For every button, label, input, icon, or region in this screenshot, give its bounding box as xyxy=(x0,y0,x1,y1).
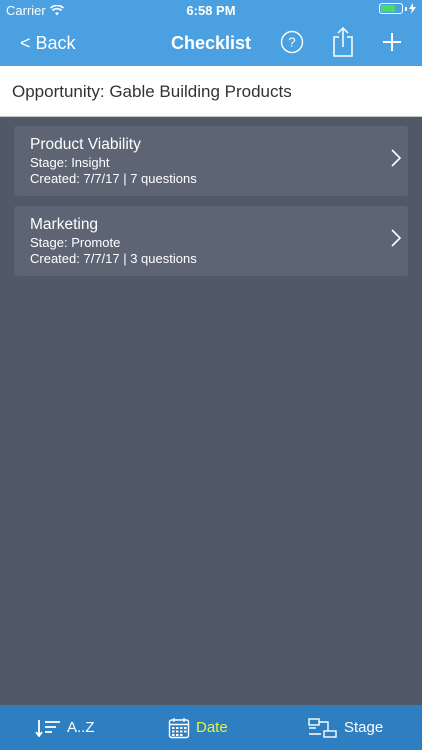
charging-bolt-icon xyxy=(409,3,416,14)
card-meta: Created: 7/7/17 | 3 questions xyxy=(30,251,197,266)
tab-date[interactable]: Date xyxy=(168,705,228,750)
help-button[interactable]: ? xyxy=(280,30,304,59)
opportunity-title: Opportunity: Gable Building Products xyxy=(12,82,292,101)
add-button[interactable] xyxy=(380,30,404,59)
stage-icon xyxy=(308,717,337,738)
card-stage: Stage: Promote xyxy=(30,235,121,250)
tab-stage[interactable]: Stage xyxy=(308,705,383,750)
battery-indicator xyxy=(379,3,416,14)
status-bar: Carrier 6:58 PM xyxy=(0,0,422,22)
tab-label: A..Z xyxy=(67,719,95,736)
share-button[interactable] xyxy=(332,26,354,62)
back-button[interactable]: < Back xyxy=(20,33,76,54)
checklist-list: Product Viability Stage: Insight Created… xyxy=(14,126,408,286)
card-stage: Stage: Insight xyxy=(30,155,110,170)
opportunity-header: Opportunity: Gable Building Products xyxy=(0,66,422,117)
checklist-card[interactable]: Product Viability Stage: Insight Created… xyxy=(14,126,408,196)
plus-icon xyxy=(383,33,401,51)
tab-sort-az[interactable]: A..Z xyxy=(35,705,95,750)
header: Carrier 6:58 PM < Back Checklist ? xyxy=(0,0,422,66)
share-icon xyxy=(333,26,353,57)
chevron-right-icon xyxy=(391,229,402,247)
card-title: Marketing xyxy=(30,216,99,233)
sort-icon xyxy=(35,719,60,737)
checklist-card[interactable]: Marketing Stage: Promote Created: 7/7/17… xyxy=(14,206,408,276)
tab-bar: A..Z Date Stage xyxy=(0,705,422,750)
battery-icon xyxy=(379,3,403,14)
calendar-icon xyxy=(168,717,190,738)
battery-fill xyxy=(381,5,395,12)
tab-label: Stage xyxy=(344,719,384,736)
question-circle-icon: ? xyxy=(280,30,304,54)
card-title: Product Viability xyxy=(30,136,141,153)
status-time: 6:58 PM xyxy=(186,3,236,18)
tab-label: Date xyxy=(196,719,228,736)
svg-text:?: ? xyxy=(288,35,295,50)
card-meta: Created: 7/7/17 | 7 questions xyxy=(30,171,197,186)
battery-tip xyxy=(405,6,407,11)
chevron-right-icon xyxy=(391,149,402,167)
nav-bar: < Back Checklist ? xyxy=(0,22,422,66)
